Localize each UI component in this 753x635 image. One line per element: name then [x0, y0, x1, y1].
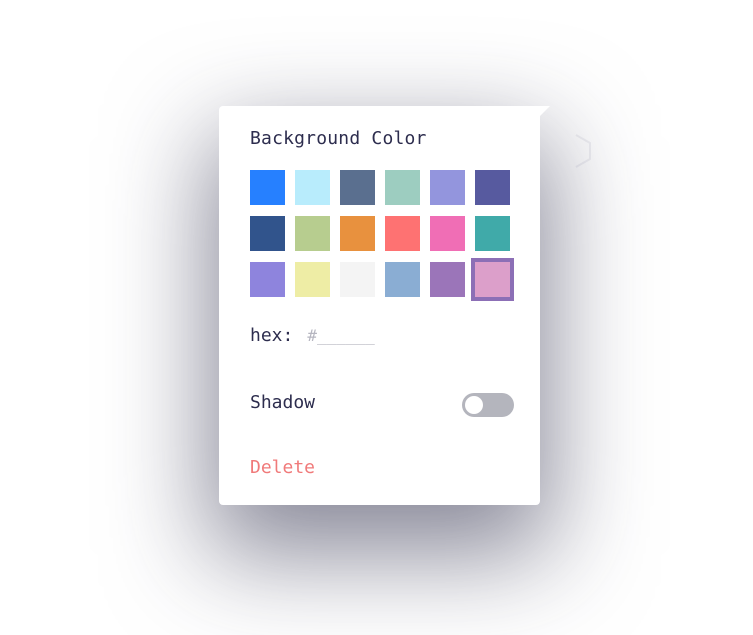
panel-notch: [536, 106, 550, 120]
color-swatch[interactable]: [340, 262, 375, 297]
color-swatch[interactable]: [385, 170, 420, 205]
color-swatch[interactable]: [430, 170, 465, 205]
hex-row: hex:: [250, 325, 418, 346]
color-swatch[interactable]: [250, 216, 285, 251]
color-swatch[interactable]: [475, 216, 510, 251]
panel-title: Background Color: [250, 128, 427, 149]
color-swatch[interactable]: [430, 262, 465, 297]
delete-button[interactable]: Delete: [250, 457, 315, 478]
canvas: Background Color hex: Shadow Delete: [0, 0, 753, 635]
color-swatch[interactable]: [385, 216, 420, 251]
toggle-knob: [465, 396, 483, 414]
color-swatch[interactable]: [295, 262, 330, 297]
color-swatch[interactable]: [250, 170, 285, 205]
color-swatch[interactable]: [430, 216, 465, 251]
shadow-label: Shadow: [250, 392, 316, 413]
hex-input[interactable]: [307, 326, 418, 345]
background-shape-icon: [575, 134, 591, 168]
color-swatch-grid: [250, 170, 514, 301]
shadow-toggle[interactable]: [462, 393, 514, 417]
color-swatch[interactable]: [295, 170, 330, 205]
color-swatch[interactable]: [250, 262, 285, 297]
hex-label: hex:: [250, 325, 294, 346]
color-swatch[interactable]: [475, 170, 510, 205]
color-swatch[interactable]: [295, 216, 330, 251]
color-swatch[interactable]: [471, 258, 514, 301]
color-swatch[interactable]: [385, 262, 420, 297]
shadow-row: Shadow: [250, 392, 514, 418]
color-swatch[interactable]: [340, 170, 375, 205]
background-color-panel: Background Color hex: Shadow Delete: [219, 106, 540, 505]
color-swatch[interactable]: [340, 216, 375, 251]
